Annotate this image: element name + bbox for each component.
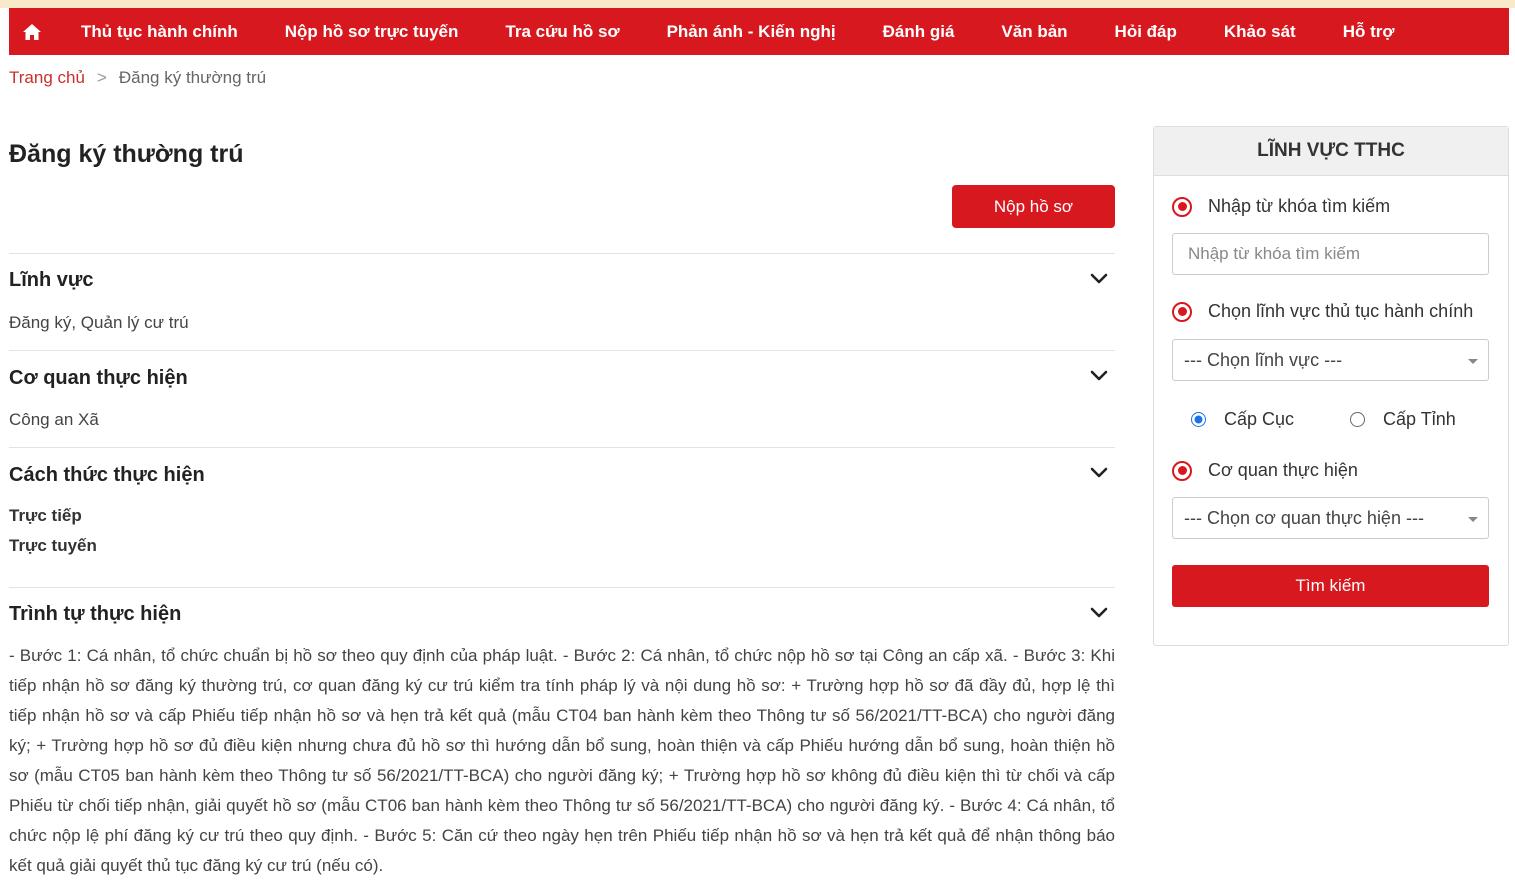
- breadcrumb-current: Đăng ký thường trú: [118, 68, 267, 87]
- breadcrumb-home-link[interactable]: Trang chủ: [9, 68, 85, 87]
- field-option-label: Chọn lĩnh vực thủ tục hành chính: [1208, 301, 1474, 321]
- search-button[interactable]: Tìm kiếm: [1172, 565, 1489, 607]
- nav-ho-tro[interactable]: Hỗ trợ: [1343, 22, 1395, 42]
- section-procedure-title: Trình tự thực hiện: [9, 603, 182, 625]
- section-procedure-text: - Bước 1: Cá nhân, tổ chức chuẩn bị hồ s…: [9, 646, 1115, 875]
- method-item: Trực tiếp: [9, 506, 82, 525]
- nav-phan-anh-kien-nghi[interactable]: Phản ánh - Kiến nghị: [667, 22, 836, 42]
- field-select[interactable]: --- Chọn lĩnh vực ---: [1172, 339, 1489, 381]
- section-field: Lĩnh vực Đăng ký, Quản lý cư trú: [9, 253, 1115, 351]
- radio-selected-icon[interactable]: [1172, 196, 1192, 217]
- agency-select-value: --- Chọn cơ quan thực hiện ---: [1184, 507, 1424, 528]
- breadcrumb: Trang chủ > Đăng ký thường trú: [9, 68, 266, 88]
- field-option[interactable]: Chọn lĩnh vực thủ tục hành chính: [1172, 301, 1473, 322]
- nav-nop-ho-so-truc-tuyen[interactable]: Nộp hồ sơ trực tuyến: [285, 22, 459, 42]
- radio-unchecked-icon[interactable]: [1350, 412, 1365, 427]
- agency-option[interactable]: Cơ quan thực hiện: [1172, 460, 1358, 481]
- submit-dossier-button[interactable]: Nộp hồ sơ: [952, 185, 1115, 228]
- field-select-value: --- Chọn lĩnh vực ---: [1184, 349, 1343, 370]
- sidebar-search-panel: LĨNH VỰC TTHC Nhập từ khóa tìm kiếm Chọn…: [1153, 126, 1509, 646]
- caret-down-icon: [1468, 517, 1478, 522]
- nav-thu-tuc-hanh-chinh[interactable]: Thủ tục hành chính: [81, 22, 238, 42]
- nav-hoi-dap[interactable]: Hỏi đáp: [1115, 22, 1177, 42]
- radio-selected-icon[interactable]: [1172, 460, 1192, 481]
- method-item: Trực tuyến: [9, 536, 97, 555]
- nav-khao-sat[interactable]: Khảo sát: [1224, 22, 1296, 42]
- chevron-down-icon[interactable]: [1089, 268, 1109, 288]
- chevron-down-icon[interactable]: [1089, 602, 1109, 622]
- top-banner-strip: [0, 0, 1515, 8]
- section-field-title: Lĩnh vực: [9, 269, 94, 291]
- section-method-title: Cách thức thực hiện: [9, 464, 205, 486]
- breadcrumb-separator: >: [96, 68, 107, 87]
- keyword-search-input[interactable]: [1172, 233, 1489, 275]
- section-agency-value: Công an Xã: [9, 410, 99, 429]
- level-option-label: Cấp Tỉnh: [1383, 409, 1456, 429]
- nav-danh-gia[interactable]: Đánh giá: [883, 22, 955, 42]
- agency-select[interactable]: --- Chọn cơ quan thực hiện ---: [1172, 497, 1489, 539]
- main-navbar: Thủ tục hành chính Nộp hồ sơ trực tuyến …: [9, 8, 1509, 55]
- radio-checked-icon[interactable]: [1191, 412, 1206, 427]
- page-title: Đăng ký thường trú: [9, 140, 244, 168]
- keyword-option-label: Nhập từ khóa tìm kiếm: [1208, 196, 1391, 216]
- section-procedure: Trình tự thực hiện: [9, 587, 1115, 640]
- level-option-label: Cấp Cục: [1224, 409, 1295, 429]
- sidebar-title: LĨNH VỰC TTHC: [1154, 127, 1508, 176]
- section-agency: Cơ quan thực hiện Công an Xã: [9, 350, 1115, 448]
- section-field-value: Đăng ký, Quản lý cư trú: [9, 313, 189, 332]
- chevron-down-icon[interactable]: [1089, 462, 1109, 482]
- agency-option-label: Cơ quan thực hiện: [1208, 460, 1358, 480]
- section-method-values: Trực tiếp Trực tuyến: [9, 501, 97, 561]
- level-option-tinh[interactable]: Cấp Tỉnh: [1350, 409, 1456, 430]
- caret-down-icon: [1468, 359, 1478, 364]
- keyword-option[interactable]: Nhập từ khóa tìm kiếm: [1172, 196, 1390, 217]
- radio-selected-icon[interactable]: [1172, 301, 1192, 322]
- level-option-cuc[interactable]: Cấp Cục: [1191, 409, 1294, 430]
- home-icon[interactable]: [9, 8, 55, 55]
- section-agency-title: Cơ quan thực hiện: [9, 367, 188, 389]
- chevron-down-icon[interactable]: [1089, 365, 1109, 385]
- nav-tra-cuu-ho-so[interactable]: Tra cứu hồ sơ: [505, 22, 619, 42]
- section-method: Cách thức thực hiện Trực tiếp Trực tuyến: [9, 447, 1115, 588]
- nav-van-ban[interactable]: Văn bản: [1001, 22, 1067, 42]
